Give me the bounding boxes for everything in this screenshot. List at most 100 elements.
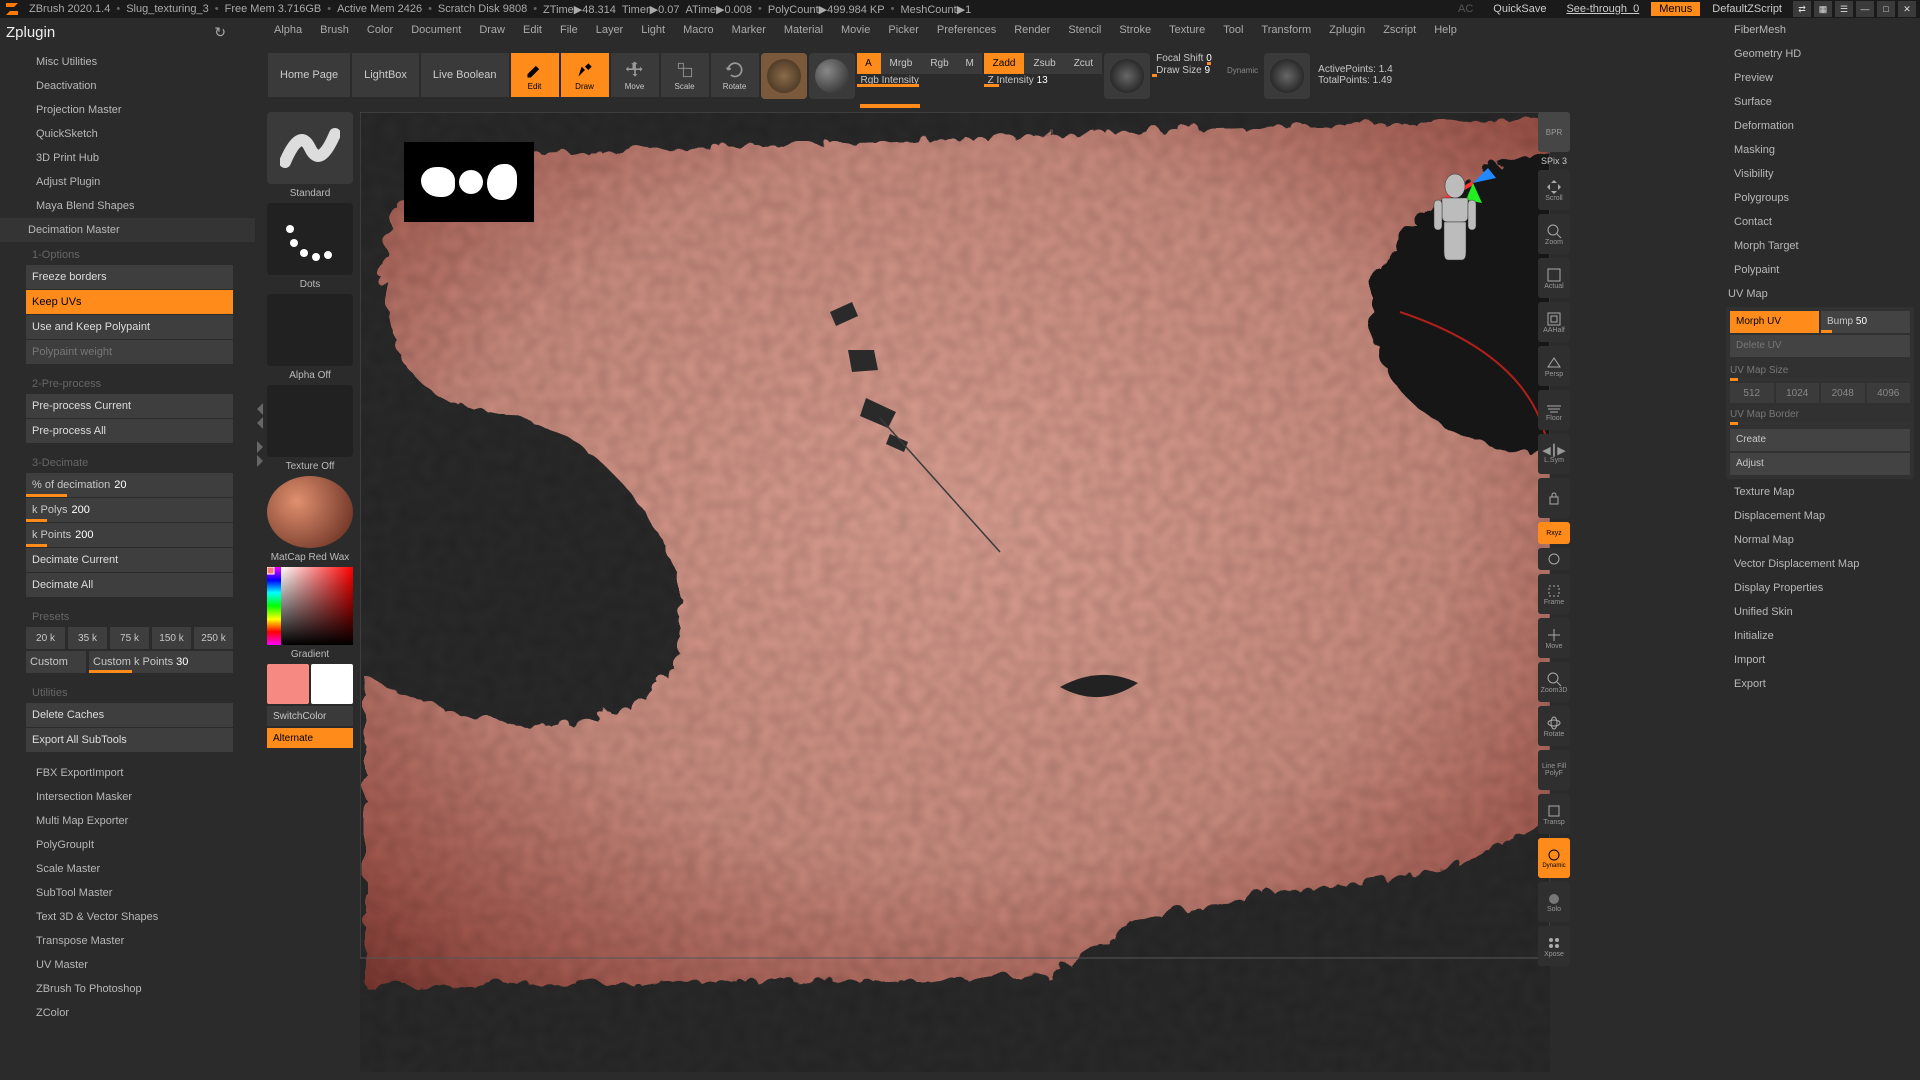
tool-initialize[interactable]: Initialize bbox=[1720, 624, 1920, 648]
mrgb-toggle[interactable]: Mrgb bbox=[881, 53, 922, 74]
tool-surface[interactable]: Surface bbox=[1720, 90, 1920, 114]
menu-edit[interactable]: Edit bbox=[514, 20, 551, 40]
default-zscript[interactable]: DefaultZScript bbox=[1704, 2, 1790, 16]
focal-shift-slider[interactable]: Focal Shift 0 bbox=[1152, 53, 1262, 64]
tool-polypaint[interactable]: Polypaint bbox=[1720, 258, 1920, 282]
menu-color[interactable]: Color bbox=[358, 20, 402, 40]
rotate3d-button[interactable]: Rotate bbox=[1538, 706, 1570, 746]
solo-button[interactable]: Solo bbox=[1538, 882, 1570, 922]
a-toggle[interactable]: A bbox=[857, 53, 881, 74]
menu-material[interactable]: Material bbox=[775, 20, 832, 40]
plugin-uv-master[interactable]: UV Master bbox=[0, 953, 255, 977]
export-subtools-button[interactable]: Export All SubTools bbox=[26, 728, 233, 752]
uv-adjust-button[interactable]: Adjust bbox=[1730, 453, 1910, 475]
custom-kpoints-slider[interactable]: Custom k Points 30 bbox=[89, 651, 233, 673]
menu-render[interactable]: Render bbox=[1005, 20, 1059, 40]
preset-150k[interactable]: 150 k bbox=[152, 627, 191, 649]
menu-layer[interactable]: Layer bbox=[587, 20, 633, 40]
tool-polygroups[interactable]: Polygroups bbox=[1720, 186, 1920, 210]
spix-slider[interactable]: SPix 3 bbox=[1538, 156, 1570, 166]
plugin-fbx[interactable]: FBX ExportImport bbox=[0, 761, 255, 785]
floor-button[interactable]: Floor bbox=[1538, 390, 1570, 430]
arrows-icon[interactable]: ⇄ bbox=[1793, 1, 1811, 17]
plugin-decimation-master[interactable]: Decimation Master bbox=[0, 218, 255, 242]
tool-masking[interactable]: Masking bbox=[1720, 138, 1920, 162]
live-boolean-button[interactable]: Live Boolean bbox=[421, 53, 509, 97]
tool-visibility[interactable]: Visibility bbox=[1720, 162, 1920, 186]
menus-toggle[interactable]: Menus bbox=[1651, 2, 1700, 16]
viewport[interactable] bbox=[360, 112, 1550, 1072]
tool-vector-disp-map[interactable]: Vector Displacement Map bbox=[1720, 552, 1920, 576]
menu-alpha[interactable]: Alpha bbox=[265, 20, 311, 40]
tool-fibermesh[interactable]: FiberMesh bbox=[1720, 18, 1920, 42]
plugin-adjust-plugin[interactable]: Adjust Plugin bbox=[0, 170, 255, 194]
material-thumb[interactable] bbox=[267, 476, 353, 548]
menu-movie[interactable]: Movie bbox=[832, 20, 879, 40]
plugin-zcolor[interactable]: ZColor bbox=[0, 1001, 255, 1025]
menu-preferences[interactable]: Preferences bbox=[928, 20, 1005, 40]
plugin-intersection-masker[interactable]: Intersection Masker bbox=[0, 785, 255, 809]
move3d-button[interactable]: Move bbox=[1538, 618, 1570, 658]
plugin-subtool-master[interactable]: SubTool Master bbox=[0, 881, 255, 905]
uv-size-2048[interactable]: 2048 bbox=[1821, 383, 1865, 403]
menu-draw[interactable]: Draw bbox=[470, 20, 514, 40]
tool-export[interactable]: Export bbox=[1720, 672, 1920, 696]
menu-file[interactable]: File bbox=[551, 20, 587, 40]
rotate-axis-button[interactable] bbox=[1538, 548, 1570, 570]
custom-button[interactable]: Custom bbox=[26, 651, 86, 673]
uv-size-512[interactable]: 512 bbox=[1730, 383, 1774, 403]
menu-light[interactable]: Light bbox=[632, 20, 674, 40]
quicksave-button[interactable]: QuickSave bbox=[1485, 2, 1554, 16]
main-color[interactable] bbox=[267, 664, 309, 704]
preprocess-current-button[interactable]: Pre-process Current bbox=[26, 394, 233, 418]
zadd-toggle[interactable]: Zadd bbox=[984, 53, 1025, 74]
preprocess-all-button[interactable]: Pre-process All bbox=[26, 419, 233, 443]
reload-icon[interactable]: ↻ bbox=[214, 24, 226, 41]
uv-create-button[interactable]: Create bbox=[1730, 429, 1910, 451]
transp-button[interactable]: Transp bbox=[1538, 794, 1570, 834]
texture-thumb[interactable] bbox=[267, 385, 353, 457]
tool-import[interactable]: Import bbox=[1720, 648, 1920, 672]
plugin-3d-print-hub[interactable]: 3D Print Hub bbox=[0, 146, 255, 170]
bpr-button[interactable]: BPR bbox=[1538, 112, 1570, 152]
scale-mode-button[interactable]: Scale bbox=[661, 53, 709, 97]
panel-divider[interactable] bbox=[256, 350, 264, 520]
color-swatches[interactable] bbox=[267, 664, 353, 704]
rxyz-button[interactable]: Rxyz bbox=[1538, 522, 1570, 544]
lightbox-button[interactable]: LightBox bbox=[352, 53, 419, 97]
mannequin-icon[interactable] bbox=[1420, 172, 1490, 292]
viewport-canvas[interactable] bbox=[360, 112, 1550, 1072]
secondary-color[interactable] bbox=[311, 664, 353, 704]
lock-button[interactable] bbox=[1538, 478, 1570, 518]
zoom3d-button[interactable]: Zoom3D bbox=[1538, 662, 1570, 702]
plugin-projection-master[interactable]: Projection Master bbox=[0, 98, 255, 122]
gyro-button[interactable] bbox=[761, 53, 807, 99]
menu-tool[interactable]: Tool bbox=[1214, 20, 1252, 40]
menu-transform[interactable]: Transform bbox=[1252, 20, 1320, 40]
alternate-button[interactable]: Alternate bbox=[267, 728, 353, 748]
home-page-button[interactable]: Home Page bbox=[268, 53, 350, 97]
grid-icon[interactable]: ▦ bbox=[1814, 1, 1832, 17]
aahalf-button[interactable]: AAHalf bbox=[1538, 302, 1570, 342]
rgb-toggle[interactable]: Rgb bbox=[921, 53, 957, 74]
freeze-borders-button[interactable]: Freeze borders bbox=[26, 265, 233, 289]
tool-contact[interactable]: Contact bbox=[1720, 210, 1920, 234]
tool-unified-skin[interactable]: Unified Skin bbox=[1720, 600, 1920, 624]
z-intensity-slider[interactable]: Z Intensity 13 bbox=[984, 75, 1102, 86]
menu-stroke[interactable]: Stroke bbox=[1110, 20, 1160, 40]
delete-uv-button[interactable]: Delete UV bbox=[1730, 335, 1910, 357]
draw-size-slider[interactable]: Draw Size 9Dynamic bbox=[1152, 65, 1262, 76]
brush-thumb[interactable] bbox=[267, 112, 353, 184]
plugin-zbrush-photoshop[interactable]: ZBrush To Photoshop bbox=[0, 977, 255, 1001]
switch-color-button[interactable]: SwitchColor bbox=[267, 706, 353, 726]
tool-uv-map[interactable]: UV Map bbox=[1720, 282, 1920, 306]
decimate-all-button[interactable]: Decimate All bbox=[26, 573, 233, 597]
alpha-thumb[interactable] bbox=[267, 294, 353, 366]
scroll-button[interactable]: Scroll bbox=[1538, 170, 1570, 210]
menu-brush[interactable]: Brush bbox=[311, 20, 358, 40]
seethrough-label[interactable]: See-through 0 bbox=[1558, 2, 1647, 16]
polyf-button[interactable]: Line FillPolyF bbox=[1538, 750, 1570, 790]
plugin-maya-blend-shapes[interactable]: Maya Blend Shapes bbox=[0, 194, 255, 218]
menu-macro[interactable]: Macro bbox=[674, 20, 723, 40]
tool-deformation[interactable]: Deformation bbox=[1720, 114, 1920, 138]
